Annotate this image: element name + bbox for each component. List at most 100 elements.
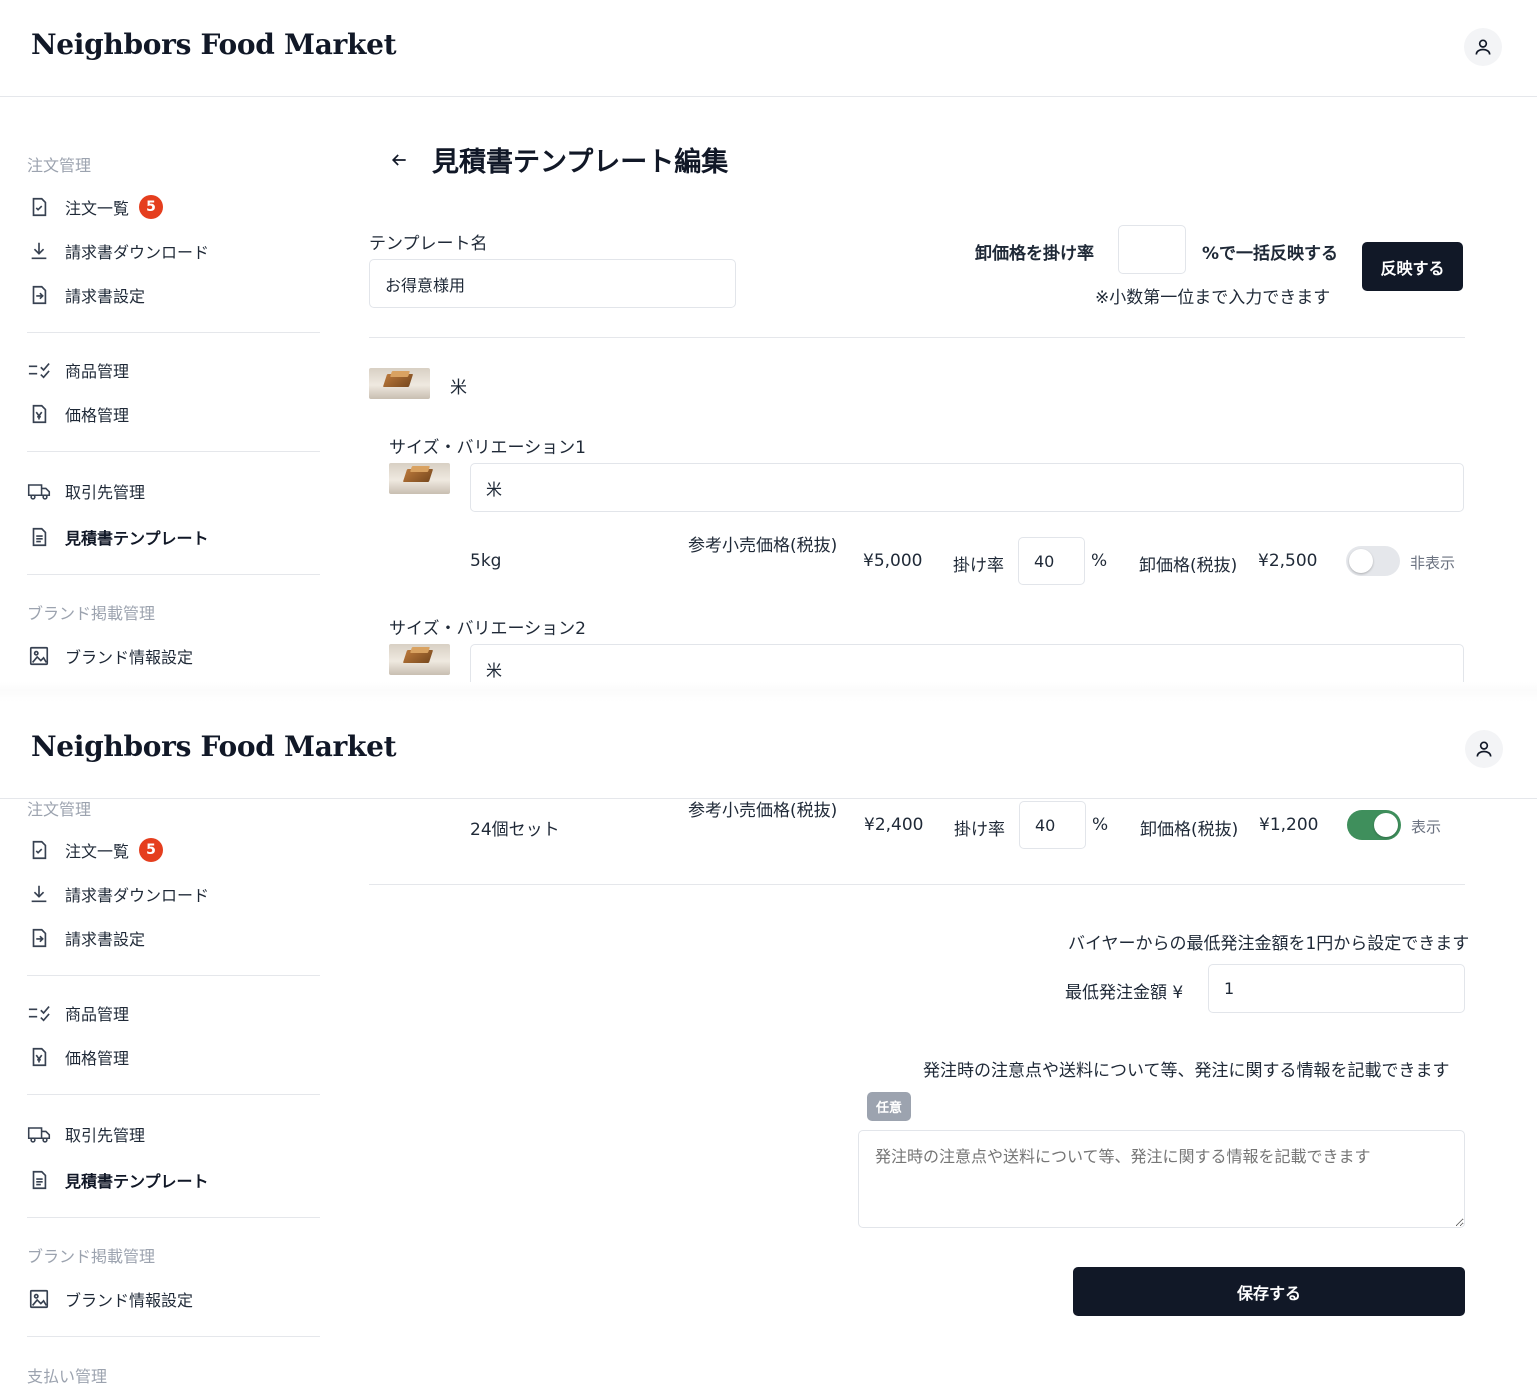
sidebar-divider bbox=[27, 975, 320, 976]
sidebar-item-invoice-download[interactable]: 請求書ダウンロード bbox=[27, 879, 209, 909]
sidebar-item-label: 請求書ダウンロード bbox=[65, 886, 210, 905]
document-icon bbox=[27, 525, 51, 549]
bulk-rate-suffix: %で一括反映する bbox=[1202, 244, 1339, 264]
arrow-left-icon bbox=[391, 153, 406, 166]
product-list-icon bbox=[27, 358, 51, 382]
minimum-order-input[interactable]: 1 bbox=[1208, 964, 1465, 1013]
sidebar-item-prices[interactable]: 価格管理 bbox=[27, 1042, 129, 1072]
sidebar-divider bbox=[27, 1336, 320, 1337]
sidebar-divider bbox=[27, 451, 320, 452]
sidebar-item-orders[interactable]: 注文一覧 5 bbox=[27, 192, 164, 222]
sidebar-item-clients[interactable]: 取引先管理 bbox=[27, 1119, 145, 1149]
sidebar-item-prices[interactable]: 価格管理 bbox=[27, 399, 129, 429]
sidebar-item-products[interactable]: 商品管理 bbox=[27, 355, 129, 385]
sidebar-item-label: 注文一覧 bbox=[65, 842, 130, 861]
sidebar-divider bbox=[27, 332, 320, 333]
sidebar-item-brand-info[interactable]: ブランド情報設定 bbox=[27, 1284, 193, 1314]
sidebar-item-label: 見積書テンプレート bbox=[65, 529, 209, 548]
sidebar-divider bbox=[27, 1217, 320, 1218]
sidebar-item-label: 請求書ダウンロード bbox=[65, 243, 210, 262]
variation-1-rate-input[interactable]: 40 bbox=[1018, 537, 1085, 585]
variation-1-name-input[interactable]: 米 bbox=[470, 463, 1464, 512]
sidebar-section-brand: ブランド掲載管理 bbox=[27, 604, 156, 623]
variation-1-visibility-toggle[interactable] bbox=[1346, 546, 1400, 576]
user-icon bbox=[1475, 39, 1491, 55]
sidebar-item-clients[interactable]: 取引先管理 bbox=[27, 476, 145, 506]
variation-3-visibility-label: 表示 bbox=[1411, 818, 1442, 836]
variation-3-size: 24個セット bbox=[470, 820, 560, 840]
user-menu-button[interactable] bbox=[1464, 28, 1502, 66]
section-divider bbox=[369, 884, 1465, 885]
back-button[interactable] bbox=[388, 149, 410, 171]
variation-1-visibility-label: 非表示 bbox=[1410, 554, 1456, 572]
sidebar-section-orders: 注文管理 bbox=[27, 156, 92, 175]
variation-3-rate-input[interactable]: 40 bbox=[1019, 801, 1086, 849]
sidebar-item-invoice-settings[interactable]: 請求書設定 bbox=[27, 280, 145, 310]
order-list-icon bbox=[27, 838, 51, 862]
brand-logo[interactable]: Neighbors Food Market bbox=[31, 28, 397, 61]
sidebar-item-label: 価格管理 bbox=[65, 406, 130, 425]
product-image bbox=[369, 368, 430, 399]
order-list-icon bbox=[27, 195, 51, 219]
minimum-order-label: 最低発注金額 ¥ bbox=[1065, 983, 1184, 1003]
bulk-rate-note: ※小数第一位まで入力できます bbox=[1095, 288, 1331, 308]
sidebar-item-invoice-download[interactable]: 請求書ダウンロード bbox=[27, 236, 209, 266]
sidebar-section-orders: 注文管理 bbox=[27, 800, 92, 819]
document-icon bbox=[27, 1168, 51, 1192]
variation-1-wholesale-label: 卸価格(税抜) bbox=[1139, 556, 1238, 576]
page-header: 見積書テンプレート編集 bbox=[388, 140, 728, 179]
product-name: 米 bbox=[450, 378, 467, 398]
user-menu-button[interactable] bbox=[1465, 730, 1503, 768]
optional-tag: 任意 bbox=[867, 1092, 912, 1121]
save-button[interactable]: 保存する bbox=[1073, 1267, 1465, 1316]
sidebar-item-orders[interactable]: 注文一覧 5 bbox=[27, 835, 164, 865]
download-icon bbox=[27, 239, 51, 263]
bulk-rate-label: 卸価格を掛け率 bbox=[975, 244, 1094, 264]
variation-2-name-input[interactable]: 米 bbox=[470, 644, 1464, 682]
order-count-badge: 5 bbox=[139, 838, 164, 862]
order-notes-help: 発注時の注意点や送料について等、発注に関する情報を記載できます bbox=[923, 1061, 1450, 1081]
sidebar-item-label: 取引先管理 bbox=[65, 483, 146, 502]
sidebar-item-label: 請求書設定 bbox=[65, 287, 146, 306]
variation-1-label: サイズ・バリエーション1 bbox=[389, 438, 586, 458]
variation-3-wholesale-price: ¥1,200 bbox=[1259, 815, 1319, 835]
truck-icon bbox=[27, 479, 51, 503]
section-divider bbox=[369, 337, 1465, 338]
sidebar-item-label: 商品管理 bbox=[65, 362, 130, 381]
sidebar-divider bbox=[27, 574, 320, 575]
app-header: Neighbors Food Market bbox=[0, 702, 1537, 799]
sidebar-item-invoice-settings[interactable]: 請求書設定 bbox=[27, 923, 145, 953]
order-notes-textarea[interactable] bbox=[858, 1130, 1465, 1228]
variation-3-retail-price: ¥2,400 bbox=[864, 815, 924, 835]
variation-1-retail-label: 参考小売価格(税抜) bbox=[688, 536, 838, 556]
variation-3-retail-label: 参考小売価格(税抜) bbox=[688, 801, 838, 821]
sidebar-item-brand-info[interactable]: ブランド情報設定 bbox=[27, 641, 193, 671]
sidebar-item-products[interactable]: 商品管理 bbox=[27, 998, 129, 1028]
screenshot-seam bbox=[0, 682, 1537, 702]
template-name-input[interactable]: お得意様用 bbox=[369, 259, 736, 308]
sidebar-item-quote-templates[interactable]: 見積書テンプレート bbox=[27, 1165, 209, 1195]
minimum-order-help: バイヤーからの最低発注金額を1円から設定できます bbox=[1068, 934, 1470, 954]
screen-top: Neighbors Food Market 注文管理 注文一覧 5 請求書ダウン… bbox=[0, 0, 1537, 682]
app-header: Neighbors Food Market bbox=[0, 0, 1537, 97]
bulk-rate-input[interactable] bbox=[1118, 225, 1186, 274]
page-title: 見積書テンプレート編集 bbox=[432, 147, 729, 178]
screen-bottom: 注文管理 注文一覧 5 請求書ダウンロード 請求書設定 商品管理 価格管理 取引… bbox=[0, 702, 1537, 1385]
variation-3-visibility-toggle[interactable] bbox=[1347, 810, 1401, 840]
apply-rate-button[interactable]: 反映する bbox=[1362, 242, 1463, 291]
user-icon bbox=[1476, 741, 1492, 757]
variation-1-wholesale-price: ¥2,500 bbox=[1258, 551, 1318, 571]
sidebar-item-quote-templates[interactable]: 見積書テンプレート bbox=[27, 522, 209, 552]
sidebar-item-label: 見積書テンプレート bbox=[65, 1172, 209, 1191]
price-icon bbox=[27, 1045, 51, 1069]
download-icon bbox=[27, 882, 51, 906]
variation-3-rate-label: 掛け率 bbox=[954, 820, 1005, 840]
image-icon bbox=[27, 1287, 51, 1311]
sidebar-item-label: 取引先管理 bbox=[65, 1126, 146, 1145]
sidebar-section-brand: ブランド掲載管理 bbox=[27, 1247, 156, 1266]
order-count-badge: 5 bbox=[139, 195, 164, 219]
variation-1-percent: % bbox=[1091, 551, 1108, 571]
variation-3-percent: % bbox=[1092, 815, 1109, 835]
brand-logo[interactable]: Neighbors Food Market bbox=[31, 730, 397, 763]
product-list-icon bbox=[27, 1001, 51, 1025]
